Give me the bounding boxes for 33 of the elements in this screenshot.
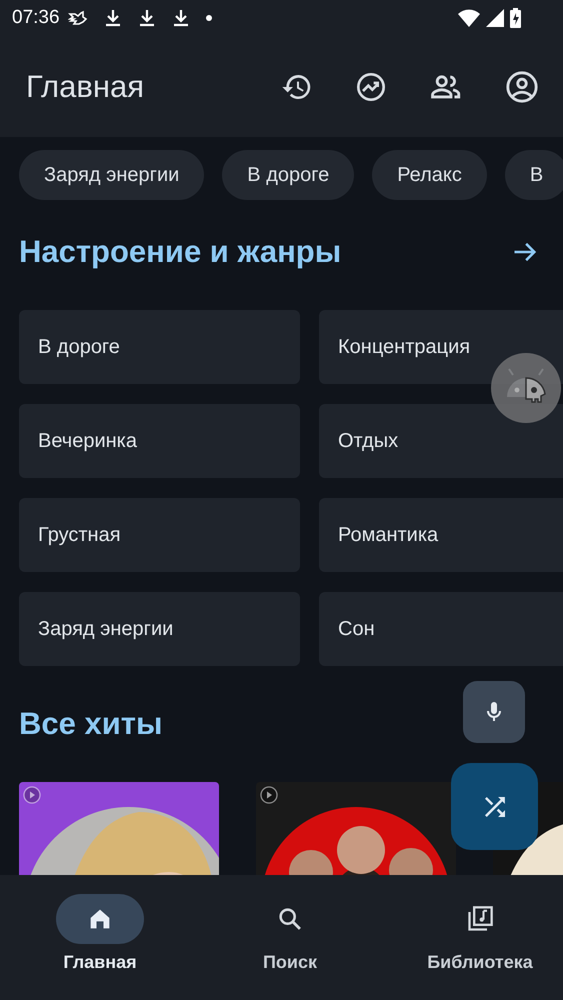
nav-tab[interactable]: Библиотека: [415, 875, 545, 1000]
genre-tile[interactable]: Грустная: [19, 498, 300, 572]
genre-tile[interactable]: Отдых: [319, 404, 563, 478]
trending-icon[interactable]: [355, 70, 387, 102]
signal-icon: [486, 9, 504, 27]
filter-chip[interactable]: Заряд энергии: [19, 150, 204, 200]
download-icon: [104, 9, 122, 27]
page-title: Главная: [26, 68, 144, 104]
genre-tile[interactable]: Заряд энергии: [19, 592, 300, 666]
genre-tile[interactable]: Концентрация: [319, 310, 563, 384]
cat-notification-icon: [68, 10, 88, 26]
filter-chip[interactable]: Релакс: [372, 150, 487, 200]
filter-chip[interactable]: В дороге: [222, 150, 354, 200]
account-icon[interactable]: [505, 70, 539, 104]
nav-tab[interactable]: Поиск: [225, 875, 355, 1000]
wifi-icon: [458, 9, 480, 27]
microphone-button[interactable]: [463, 681, 525, 743]
genre-tile[interactable]: В дороге: [19, 310, 300, 384]
dot-icon: [206, 15, 212, 21]
filter-chip[interactable]: В: [504, 150, 563, 200]
shuffle-button[interactable]: [451, 763, 538, 850]
genre-tile[interactable]: Сон: [319, 592, 563, 666]
genre-tile[interactable]: Романтика: [319, 498, 563, 572]
download-icon: [172, 9, 190, 27]
library-icon: [466, 905, 494, 933]
section-title: Все хиты: [19, 706, 162, 742]
download-icon: [138, 9, 156, 27]
genre-tile[interactable]: Вечеринка: [19, 404, 300, 478]
debug-bubble-icon[interactable]: [491, 353, 561, 423]
nav-tab[interactable]: Главная: [35, 875, 165, 1000]
section-title: Настроение и жанры: [19, 234, 342, 270]
battery-charging-icon: [510, 8, 521, 28]
status-time: 07:36: [12, 7, 60, 29]
